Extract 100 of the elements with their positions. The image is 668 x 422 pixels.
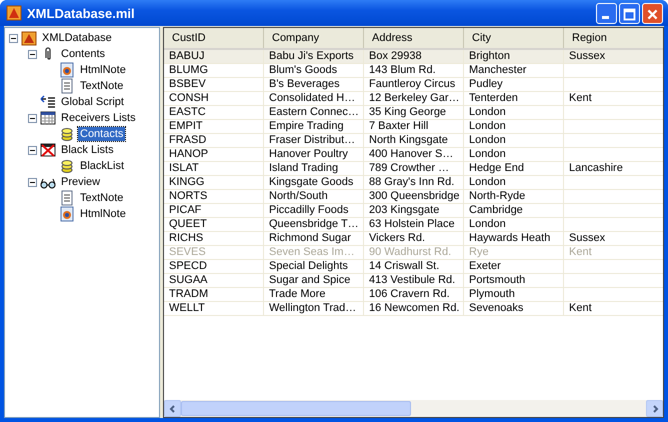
table-cell: Box 29938 [369, 50, 422, 62]
table-cell: WELLT [169, 302, 205, 314]
table-cell: 413 Vestibule Rd. [369, 274, 456, 286]
table-cell: London [469, 106, 506, 118]
table-cell: Exeter [469, 260, 501, 272]
table-cell: Trade More [269, 288, 326, 300]
tree-item[interactable]: Black Lists [59, 143, 116, 157]
table-cell: North-Ryde [469, 190, 526, 202]
minimize-button[interactable] [596, 2, 617, 24]
table-cell: Babu Ji's Exports [269, 50, 354, 62]
table-cell: 88 Gray's Inn Rd. [369, 176, 454, 188]
table-row[interactable]: EASTC Eastern Connec… 35 King George London [164, 106, 663, 120]
table-cell: London [469, 148, 506, 160]
tree-item[interactable]: HtmlNote [78, 63, 128, 77]
tree-item[interactable]: Global Script [59, 95, 126, 109]
tree-item[interactable]: TextNote [78, 79, 126, 93]
table-row[interactable]: FRASD Fraser Distribut… North Kingsgate London [164, 134, 663, 148]
scroll-right-button[interactable] [646, 400, 663, 417]
app-icon [6, 5, 22, 21]
minimize-icon [602, 16, 609, 18]
tree-item[interactable]: Preview [59, 175, 102, 189]
table-cell: BSBEV [169, 78, 206, 90]
collapse-toggle[interactable] [28, 146, 37, 154]
table-row[interactable]: BABUJ Babu Ji's Exports Box 29938 Brighton Sussex [164, 50, 663, 64]
table-row[interactable]: SUGAA Sugar and Spice 413 Vestibule Rd. Portsmouth [164, 274, 663, 288]
table-cell: 143 Blum Rd. [369, 64, 436, 76]
collapse-toggle[interactable] [9, 34, 18, 42]
table-cell: 35 King George [369, 106, 446, 118]
table-cell: Sugar and Spice [269, 274, 350, 286]
table-cell: BABUJ [169, 50, 204, 62]
table-cell: London [469, 120, 506, 132]
table-cell: 300 Queensbridge [369, 190, 460, 202]
note-icon [59, 78, 75, 94]
scroll-left-button[interactable] [164, 400, 181, 417]
column-header[interactable]: City [464, 28, 564, 48]
table-cell: 12 Berkeley Gar… [369, 92, 460, 104]
table-cell: 90 Wadhurst Rd. [369, 246, 452, 258]
table-cell: Tenterden [469, 92, 518, 104]
table-cell: 16 Newcomen Rd. [369, 302, 460, 314]
horizontal-scrollbar[interactable] [164, 400, 663, 417]
table-row[interactable]: HANOP Hanover Poultry 400 Hanover S… London [164, 148, 663, 162]
table-cell: Fauntleroy Circus [369, 78, 456, 90]
table-cell: Wellington Trad… [269, 302, 356, 314]
table-row[interactable]: WELLT Wellington Trad… 16 Newcomen Rd. Sevenoaks Kent [164, 302, 663, 316]
table-cell: Richmond Sugar [269, 232, 351, 244]
table-row[interactable]: CONSH Consolidated H… 12 Berkeley Gar… Tenterden Kent [164, 92, 663, 106]
table-row[interactable]: QUEET Queensbridge T… 63 Holstein Place London [164, 218, 663, 232]
table-cell: HANOP [169, 148, 208, 160]
table-row[interactable]: KINGG Kingsgate Goods 88 Gray's Inn Rd. London [164, 176, 663, 190]
table-cell: SPECD [169, 260, 207, 272]
table-cell: Pudley [469, 78, 503, 90]
table-cell: North/South [269, 190, 328, 202]
column-header[interactable]: Address [364, 28, 464, 48]
column-header[interactable]: Company [264, 28, 364, 48]
table-cell: Kent [569, 246, 592, 258]
table-row[interactable]: BLUMG Blum's Goods 143 Blum Rd. Manchester [164, 64, 663, 78]
coin-stack-icon [59, 126, 75, 142]
table-cell: Piccadilly Foods [269, 204, 348, 216]
chevron-left-icon [168, 404, 176, 412]
table-cell: Haywards Heath [469, 232, 550, 244]
column-header[interactable]: Region [564, 28, 663, 48]
tree-item[interactable]: Contacts [78, 127, 126, 141]
table-cell: Hanover Poultry [269, 148, 348, 160]
tree-item[interactable]: Contents [59, 47, 108, 61]
collapse-toggle[interactable] [28, 114, 37, 122]
chevron-right-icon [650, 404, 658, 412]
tree-item[interactable]: Receivers Lists [59, 111, 138, 125]
table-row[interactable]: EMPIT Empire Trading 7 Baxter Hill London [164, 120, 663, 134]
collapse-toggle[interactable] [28, 50, 37, 58]
tree-item[interactable]: BlackList [78, 159, 126, 173]
tree-item[interactable]: XMLDatabase [40, 31, 114, 45]
table-cell: Kent [569, 302, 592, 314]
maximize-button[interactable] [619, 2, 640, 24]
collapse-toggle[interactable] [28, 178, 37, 186]
table-row[interactable]: TRADM Trade More 106 Cravern Rd. Plymouth [164, 288, 663, 302]
table-cell: CONSH [169, 92, 209, 104]
table-cell: Lancashire [569, 162, 623, 174]
table-row[interactable]: SPECD Special Delights 14 Criswall St. Exeter [164, 260, 663, 274]
table-cell: B's Beverages [269, 78, 340, 90]
close-button[interactable] [642, 2, 663, 24]
table-cell: Special Delights [269, 260, 348, 272]
web-page-icon [59, 206, 75, 222]
table-cell: FRASD [169, 134, 206, 146]
table-row[interactable]: NORTS North/South 300 Queensbridge North-Ryde [164, 190, 663, 204]
table-row[interactable]: PICAF Piccadilly Foods 203 Kingsgate Cambridge [164, 204, 663, 218]
table-cell: Sussex [569, 232, 606, 244]
column-header[interactable]: CustID [164, 28, 264, 48]
coin-stack-icon [59, 158, 75, 174]
table-row[interactable]: BSBEV B's Beverages Fauntleroy Circus Pudley [164, 78, 663, 92]
table-cell: NORTS [169, 190, 208, 202]
table-row[interactable]: ISLAT Island Trading 789 Crowther … Hedge End Lancashire [164, 162, 663, 176]
table-cell: Consolidated H… [269, 92, 356, 104]
database-icon [21, 30, 37, 46]
table-cell: QUEET [169, 218, 207, 230]
tree-item[interactable]: TextNote [78, 191, 126, 205]
table-cell: ISLAT [169, 162, 199, 174]
table-cell: 106 Cravern Rd. [369, 288, 450, 300]
table-row[interactable]: RICHS Richmond Sugar Vickers Rd. Haywards Heath Sussex [164, 232, 663, 246]
scroll-thumb[interactable] [181, 401, 411, 416]
tree-item[interactable]: HtmlNote [78, 207, 128, 221]
